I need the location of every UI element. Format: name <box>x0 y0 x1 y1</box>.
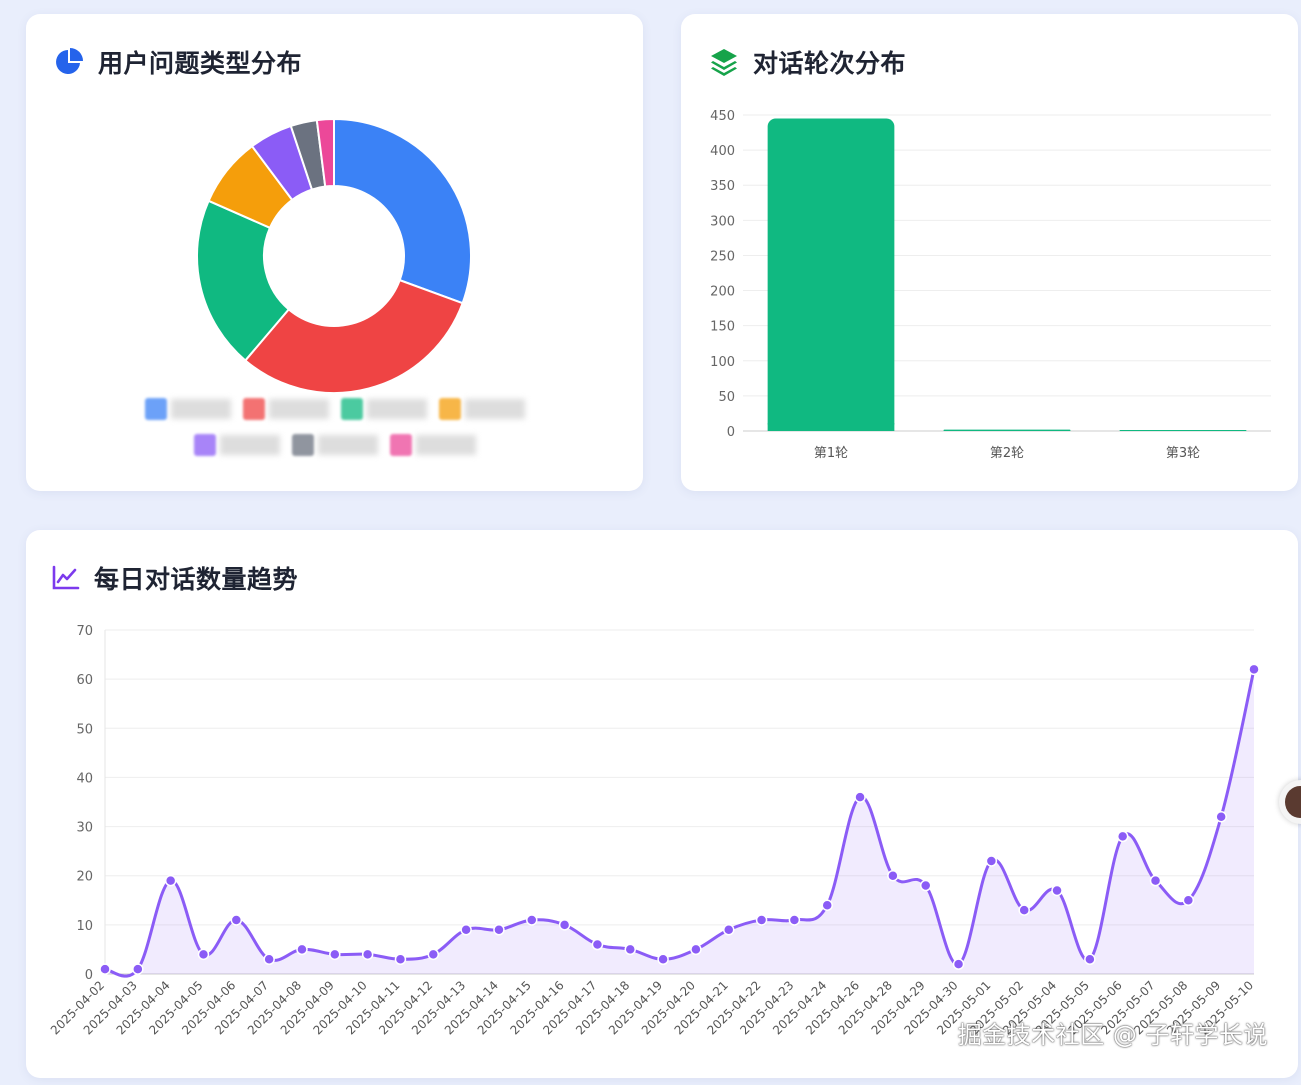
trend-point-34 <box>1182 894 1195 907</box>
trend-point-12 <box>460 924 472 936</box>
y-tick-label: 20 <box>76 870 93 885</box>
trend-point-9 <box>361 948 374 961</box>
legend-item-3[interactable] <box>340 398 427 420</box>
legend-label-obscured <box>219 435 280 455</box>
trend-point-31 <box>1084 953 1096 966</box>
trend-point-13 <box>493 924 505 936</box>
legend-label-obscured <box>317 435 378 455</box>
bar-base-2 <box>943 430 1071 431</box>
trend-point-33 <box>1149 874 1162 887</box>
donut-slice-1 <box>333 117 472 305</box>
legend-item-1[interactable] <box>144 398 231 420</box>
daily-trend-card: 每日对话数量趋势 0 10 20 30 40 50 60 70 2025-04-02 2025-0… <box>26 530 1298 1078</box>
y-tick-label: 300 <box>710 214 735 229</box>
y-tick-label: 0 <box>727 425 735 440</box>
trend-point-21 <box>755 914 768 926</box>
legend-label-obscured <box>464 399 525 419</box>
avatar-face <box>1285 786 1301 818</box>
x-category-label: 第3轮 <box>1166 446 1200 461</box>
trend-point-23 <box>821 899 833 911</box>
trend-point-35 <box>1215 810 1227 823</box>
trend-point-28 <box>985 855 998 867</box>
legend-item-6[interactable] <box>291 434 378 456</box>
legend-item-5[interactable] <box>193 434 280 456</box>
y-tick-label: 200 <box>710 285 735 300</box>
question-type-donut-chart <box>196 117 472 394</box>
trend-point-32 <box>1116 830 1129 843</box>
y-tick-label: 10 <box>76 919 93 934</box>
trend-area <box>105 669 1254 977</box>
legend-swatch <box>340 398 363 420</box>
y-tick-label: 100 <box>710 355 735 370</box>
legend-swatch <box>389 434 412 456</box>
trend-point-30 <box>1051 884 1063 897</box>
legend-label-obscured <box>268 399 329 419</box>
legend-item-7[interactable] <box>389 434 476 456</box>
trend-point-27 <box>952 958 965 970</box>
legend-label-obscured <box>366 399 427 419</box>
y-tick-label: 30 <box>76 821 93 836</box>
trend-line <box>104 668 1256 978</box>
trend-point-17 <box>624 943 637 956</box>
trend-point-7 <box>296 943 308 956</box>
trend-point-22 <box>788 914 801 926</box>
legend-swatch <box>438 398 461 420</box>
daily-trend-line-chart: 0102030405060702025-04-022025-04-032025-… <box>48 624 1260 1037</box>
trend-point-3 <box>164 874 177 887</box>
trend-point-24 <box>854 791 866 803</box>
y-tick-label: 450 <box>710 109 735 124</box>
trend-point-20 <box>722 924 735 936</box>
y-tick-label: 60 <box>76 673 93 688</box>
dialog-rounds-bar-chart: 0 50 100 150 200 250 300 350 400 450 第1轮 第2轮 第3轮 <box>710 109 1271 461</box>
y-tick-label: 350 <box>710 179 735 194</box>
legend-label-obscured <box>415 435 476 455</box>
bar-base-3 <box>1119 430 1247 431</box>
trend-point-29 <box>1018 904 1030 916</box>
trend-point-10 <box>394 953 407 966</box>
y-tick-label: 250 <box>710 249 735 264</box>
bar-base-1 <box>767 423 895 431</box>
trend-point-5 <box>230 914 243 926</box>
y-tick-label: 150 <box>710 320 735 335</box>
legend-swatch <box>242 398 265 420</box>
trend-point-14 <box>526 914 538 926</box>
dialog-rounds-card: 对话轮次分布 0 50 100 150 200 250 300 350 400 450 第1轮 第2轮… <box>681 14 1298 491</box>
trend-point-8 <box>329 948 341 961</box>
y-tick-label: 50 <box>718 390 735 405</box>
x-category-label: 第2轮 <box>990 446 1024 461</box>
trend-point-36 <box>1248 663 1260 676</box>
trend-point-6 <box>263 953 275 966</box>
trend-point-11 <box>427 948 440 961</box>
legend-swatch <box>291 434 314 456</box>
trend-point-18 <box>657 953 669 966</box>
watermark: 掘金技术社区 @ 子轩学长说 <box>957 1021 1268 1049</box>
y-tick-label: 70 <box>76 624 93 639</box>
question-type-legend <box>26 398 643 456</box>
bar-1 <box>767 118 895 431</box>
trend-point-15 <box>558 919 571 931</box>
legend-item-4[interactable] <box>438 398 525 420</box>
question-type-card: 用户问题类型分布 <box>26 14 643 491</box>
trend-point-19 <box>690 943 702 956</box>
trend-point-25 <box>887 869 899 882</box>
y-tick-label: 400 <box>710 144 735 159</box>
trend-point-16 <box>591 938 604 951</box>
legend-item-2[interactable] <box>242 398 329 420</box>
trend-point-26 <box>919 879 932 892</box>
legend-label-obscured <box>170 399 231 419</box>
y-tick-label: 40 <box>76 771 93 786</box>
trend-point-2 <box>132 963 144 975</box>
trend-point-4 <box>197 948 210 961</box>
legend-swatch <box>144 398 167 420</box>
y-tick-label: 0 <box>85 968 93 983</box>
y-tick-label: 50 <box>76 722 93 737</box>
trend-point-1 <box>99 963 111 975</box>
x-category-label: 第1轮 <box>814 446 848 461</box>
legend-swatch <box>193 434 216 456</box>
